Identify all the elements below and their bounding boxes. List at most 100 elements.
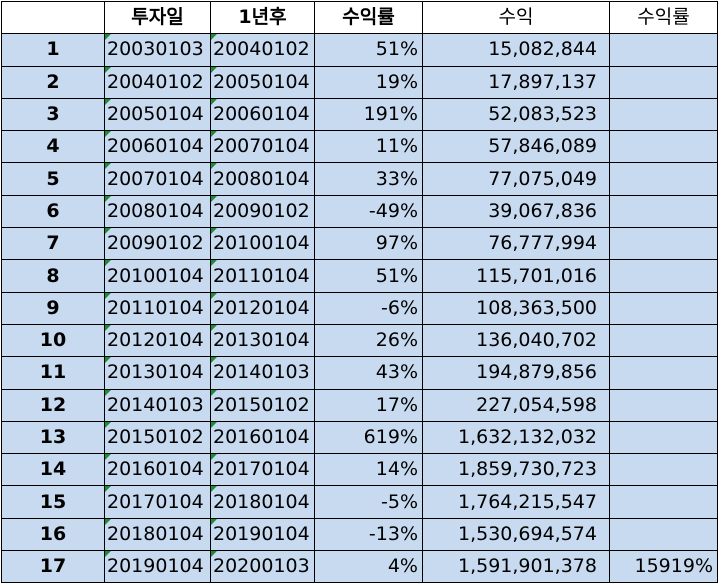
- invest-date-cell[interactable]: 20030103: [104, 33, 211, 67]
- invest-date-cell[interactable]: 20100104: [104, 259, 211, 293]
- rate-cell[interactable]: 43%: [314, 356, 423, 390]
- after-date-cell[interactable]: 20150102: [210, 388, 315, 422]
- invest-date-cell[interactable]: 20110104: [104, 291, 211, 325]
- rate-cell[interactable]: 33%: [314, 162, 423, 196]
- rate-cell[interactable]: 51%: [314, 33, 423, 67]
- header-total-rate[interactable]: 수익률: [609, 0, 718, 35]
- total-rate-cell[interactable]: [609, 291, 718, 325]
- invest-date-cell[interactable]: 20150102: [104, 420, 211, 455]
- row-index-cell[interactable]: 7: [1, 227, 105, 261]
- invest-date-cell[interactable]: 20190104: [104, 550, 211, 584]
- row-index-cell[interactable]: 6: [1, 194, 105, 229]
- profit-cell[interactable]: 227,054,598: [422, 388, 610, 422]
- rate-cell[interactable]: -49%: [314, 194, 423, 229]
- row-index-cell[interactable]: 4: [1, 130, 105, 164]
- rate-cell[interactable]: -5%: [314, 485, 423, 519]
- header-profit[interactable]: 수익: [422, 0, 610, 35]
- row-index-cell[interactable]: 8: [1, 259, 105, 293]
- total-rate-cell[interactable]: [609, 453, 718, 487]
- invest-date-cell[interactable]: 20140103: [104, 388, 211, 422]
- rate-cell[interactable]: 4%: [314, 550, 423, 584]
- rate-cell[interactable]: 51%: [314, 259, 423, 293]
- header-rate[interactable]: 수익률: [314, 0, 423, 35]
- after-date-cell[interactable]: 20060104: [210, 97, 315, 132]
- row-index-cell[interactable]: 17: [1, 550, 105, 584]
- profit-cell[interactable]: 136,040,702: [422, 323, 610, 358]
- total-rate-cell[interactable]: [609, 517, 718, 552]
- invest-date-cell[interactable]: 20130104: [104, 356, 211, 390]
- after-date-cell[interactable]: 20100104: [210, 227, 315, 261]
- after-date-cell[interactable]: 20200103: [210, 550, 315, 584]
- row-index-cell[interactable]: 12: [1, 388, 105, 422]
- profit-cell[interactable]: 77,075,049: [422, 162, 610, 196]
- row-index-cell[interactable]: 16: [1, 517, 105, 552]
- rate-cell[interactable]: 26%: [314, 323, 423, 358]
- profit-cell[interactable]: 1,530,694,574: [422, 517, 610, 552]
- invest-date-cell[interactable]: 20040102: [104, 65, 211, 99]
- after-date-cell[interactable]: 20120104: [210, 291, 315, 325]
- after-date-cell[interactable]: 20140103: [210, 356, 315, 390]
- rate-cell[interactable]: 19%: [314, 65, 423, 99]
- row-index-cell[interactable]: 14: [1, 453, 105, 487]
- invest-date-cell[interactable]: 20120104: [104, 323, 211, 358]
- total-rate-cell[interactable]: [609, 356, 718, 390]
- profit-cell[interactable]: 115,701,016: [422, 259, 610, 293]
- after-date-cell[interactable]: 20050104: [210, 65, 315, 99]
- total-rate-cell[interactable]: [609, 130, 718, 164]
- total-rate-cell[interactable]: [609, 323, 718, 358]
- total-rate-cell[interactable]: [609, 162, 718, 196]
- invest-date-cell[interactable]: 20170104: [104, 485, 211, 519]
- invest-date-cell[interactable]: 20180104: [104, 517, 211, 552]
- after-date-cell[interactable]: 20110104: [210, 259, 315, 293]
- after-date-cell[interactable]: 20180104: [210, 485, 315, 519]
- rate-cell[interactable]: 191%: [314, 97, 423, 132]
- rate-cell[interactable]: 97%: [314, 227, 423, 261]
- invest-date-cell[interactable]: 20060104: [104, 130, 211, 164]
- profit-cell[interactable]: 1,764,215,547: [422, 485, 610, 519]
- total-rate-cell[interactable]: [609, 65, 718, 99]
- profit-cell[interactable]: 15,082,844: [422, 33, 610, 67]
- total-rate-cell[interactable]: [609, 420, 718, 455]
- invest-date-cell[interactable]: 20070104: [104, 162, 211, 196]
- rate-cell[interactable]: 14%: [314, 453, 423, 487]
- after-date-cell[interactable]: 20170104: [210, 453, 315, 487]
- invest-date-cell[interactable]: 20090102: [104, 227, 211, 261]
- row-index-cell[interactable]: 9: [1, 291, 105, 325]
- after-date-cell[interactable]: 20070104: [210, 130, 315, 164]
- profit-cell[interactable]: 1,632,132,032: [422, 420, 610, 455]
- total-rate-cell[interactable]: 15919%: [609, 550, 718, 584]
- profit-cell[interactable]: 17,897,137: [422, 65, 610, 99]
- rate-cell[interactable]: -6%: [314, 291, 423, 325]
- header-invest-date[interactable]: 투자일: [104, 0, 211, 35]
- header-after-year[interactable]: 1년후: [210, 0, 315, 35]
- invest-date-cell[interactable]: 20080104: [104, 194, 211, 229]
- total-rate-cell[interactable]: [609, 97, 718, 132]
- profit-cell[interactable]: 76,777,994: [422, 227, 610, 261]
- invest-date-cell[interactable]: 20160104: [104, 453, 211, 487]
- total-rate-cell[interactable]: [609, 259, 718, 293]
- after-date-cell[interactable]: 20040102: [210, 33, 315, 67]
- row-index-cell[interactable]: 1: [1, 33, 105, 67]
- total-rate-cell[interactable]: [609, 388, 718, 422]
- after-date-cell[interactable]: 20090102: [210, 194, 315, 229]
- after-date-cell[interactable]: 20080104: [210, 162, 315, 196]
- rate-cell[interactable]: 17%: [314, 388, 423, 422]
- total-rate-cell[interactable]: [609, 33, 718, 67]
- rate-cell[interactable]: 619%: [314, 420, 423, 455]
- row-index-cell[interactable]: 5: [1, 162, 105, 196]
- rate-cell[interactable]: -13%: [314, 517, 423, 552]
- total-rate-cell[interactable]: [609, 227, 718, 261]
- row-index-cell[interactable]: 2: [1, 65, 105, 99]
- row-index-cell[interactable]: 3: [1, 97, 105, 132]
- row-index-cell[interactable]: 10: [1, 323, 105, 358]
- row-index-cell[interactable]: 13: [1, 420, 105, 455]
- row-index-cell[interactable]: 15: [1, 485, 105, 519]
- after-date-cell[interactable]: 20160104: [210, 420, 315, 455]
- invest-date-cell[interactable]: 20050104: [104, 97, 211, 132]
- profit-cell[interactable]: 1,859,730,723: [422, 453, 610, 487]
- row-index-cell[interactable]: 11: [1, 356, 105, 390]
- after-date-cell[interactable]: 20190104: [210, 517, 315, 552]
- profit-cell[interactable]: 108,363,500: [422, 291, 610, 325]
- profit-cell[interactable]: 1,591,901,378: [422, 550, 610, 584]
- after-date-cell[interactable]: 20130104: [210, 323, 315, 358]
